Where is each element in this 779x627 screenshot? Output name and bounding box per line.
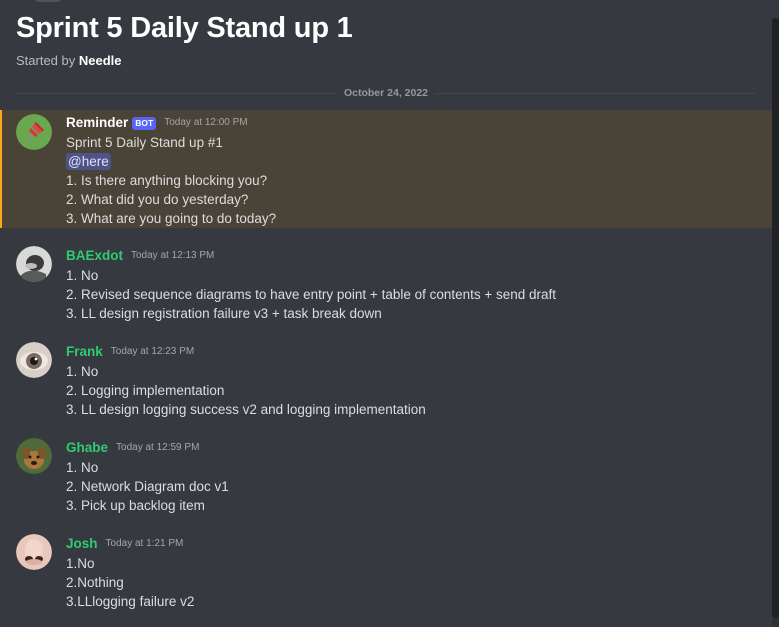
message-line: 1. No bbox=[66, 364, 99, 379]
here-mention[interactable]: @here bbox=[66, 153, 111, 170]
message-line: 1. No bbox=[66, 460, 99, 475]
message-line: 3. Pick up backlog item bbox=[66, 498, 205, 513]
message-line: Sprint 5 Daily Stand up #1 bbox=[66, 135, 223, 150]
message-line: 1.No bbox=[66, 556, 95, 571]
message-line: 2.Nothing bbox=[66, 575, 124, 590]
message-line: 3. LL design logging success v2 and logg… bbox=[66, 402, 426, 417]
message-timestamp[interactable]: Today at 12:59 PM bbox=[116, 441, 199, 455]
message-content: Sprint 5 Daily Stand up #1 @here 1. Is t… bbox=[66, 133, 276, 228]
thread-view: Sprint 5 Daily Stand up 1 Started by Nee… bbox=[0, 0, 779, 627]
message-author[interactable]: Frank bbox=[66, 343, 103, 361]
cropped-avatar-stub bbox=[30, 0, 66, 2]
thread-title: Sprint 5 Daily Stand up 1 bbox=[16, 12, 353, 44]
message-line: 2. What did you do yesterday? bbox=[66, 192, 249, 207]
thread-starter-name[interactable]: Needle bbox=[79, 53, 122, 68]
message-author[interactable]: BAExdot bbox=[66, 247, 123, 265]
message-timestamp[interactable]: Today at 12:00 PM bbox=[164, 116, 247, 130]
message-content: 1.No 2.Nothing 3.LLlogging failure v2 bbox=[66, 554, 194, 611]
message-timestamp[interactable]: Today at 12:13 PM bbox=[131, 249, 214, 263]
dog-photo-avatar[interactable] bbox=[16, 438, 52, 474]
message-line: 1. Is there anything blocking you? bbox=[66, 173, 268, 188]
message-line: 1. No bbox=[66, 268, 99, 283]
message-header: BAExdot Today at 12:13 PM bbox=[66, 246, 214, 266]
message-content: 1. No 2. Logging implementation 3. LL de… bbox=[66, 362, 426, 419]
message-frank[interactable]: Frank Today at 12:23 PM 1. No 2. Logging… bbox=[0, 342, 771, 422]
date-divider: October 24, 2022 bbox=[16, 85, 756, 101]
message-reminder[interactable]: Reminder BOT Today at 12:00 PM Sprint 5 … bbox=[0, 110, 773, 228]
message-line: 2. Revised sequence diagrams to have ent… bbox=[66, 287, 557, 302]
message-timestamp[interactable]: Today at 12:23 PM bbox=[111, 345, 194, 359]
date-divider-label: October 24, 2022 bbox=[337, 86, 435, 100]
message-author[interactable]: Josh bbox=[66, 535, 98, 553]
message-baexdot[interactable]: BAExdot Today at 12:13 PM 1. No 2. Revis… bbox=[0, 246, 771, 326]
message-author[interactable]: Reminder bbox=[66, 114, 128, 132]
message-line: 3.LLlogging failure v2 bbox=[66, 594, 195, 609]
message-line: 2. Logging implementation bbox=[66, 383, 225, 398]
message-content: 1. No 2. Revised sequence diagrams to ha… bbox=[66, 266, 556, 323]
thread-header: Sprint 5 Daily Stand up 1 Started by Nee… bbox=[16, 10, 756, 70]
thread-started-by: Started by Needle bbox=[16, 52, 756, 70]
message-line: 3. LL design registration failure v3 + t… bbox=[66, 306, 382, 321]
message-header: Frank Today at 12:23 PM bbox=[66, 342, 194, 362]
message-line: @here bbox=[66, 152, 276, 171]
message-josh[interactable]: Josh Today at 1:21 PM 1.No 2.Nothing 3.L… bbox=[0, 534, 771, 614]
person-photo-avatar[interactable] bbox=[16, 246, 52, 282]
message-line: 2. Network Diagram doc v1 bbox=[66, 479, 229, 494]
bot-tag: BOT bbox=[132, 116, 157, 130]
message-line: 3. What are you going to do today? bbox=[66, 211, 277, 226]
message-header: Reminder BOT Today at 12:00 PM bbox=[66, 113, 248, 133]
message-header: Ghabe Today at 12:59 PM bbox=[66, 438, 199, 458]
message-content: 1. No 2. Network Diagram doc v1 3. Pick … bbox=[66, 458, 229, 515]
message-author[interactable]: Ghabe bbox=[66, 439, 108, 457]
nose-photo-avatar[interactable] bbox=[16, 534, 52, 570]
message-timestamp[interactable]: Today at 1:21 PM bbox=[106, 537, 184, 551]
started-by-label: Started by bbox=[16, 53, 76, 68]
scrollbar-thumb[interactable] bbox=[772, 18, 779, 618]
eye-photo-avatar[interactable] bbox=[16, 342, 52, 378]
red-pushpin-avatar[interactable] bbox=[16, 114, 52, 150]
message-header: Josh Today at 1:21 PM bbox=[66, 534, 183, 554]
message-ghabe[interactable]: Ghabe Today at 12:59 PM 1. No 2. Network… bbox=[0, 438, 771, 518]
